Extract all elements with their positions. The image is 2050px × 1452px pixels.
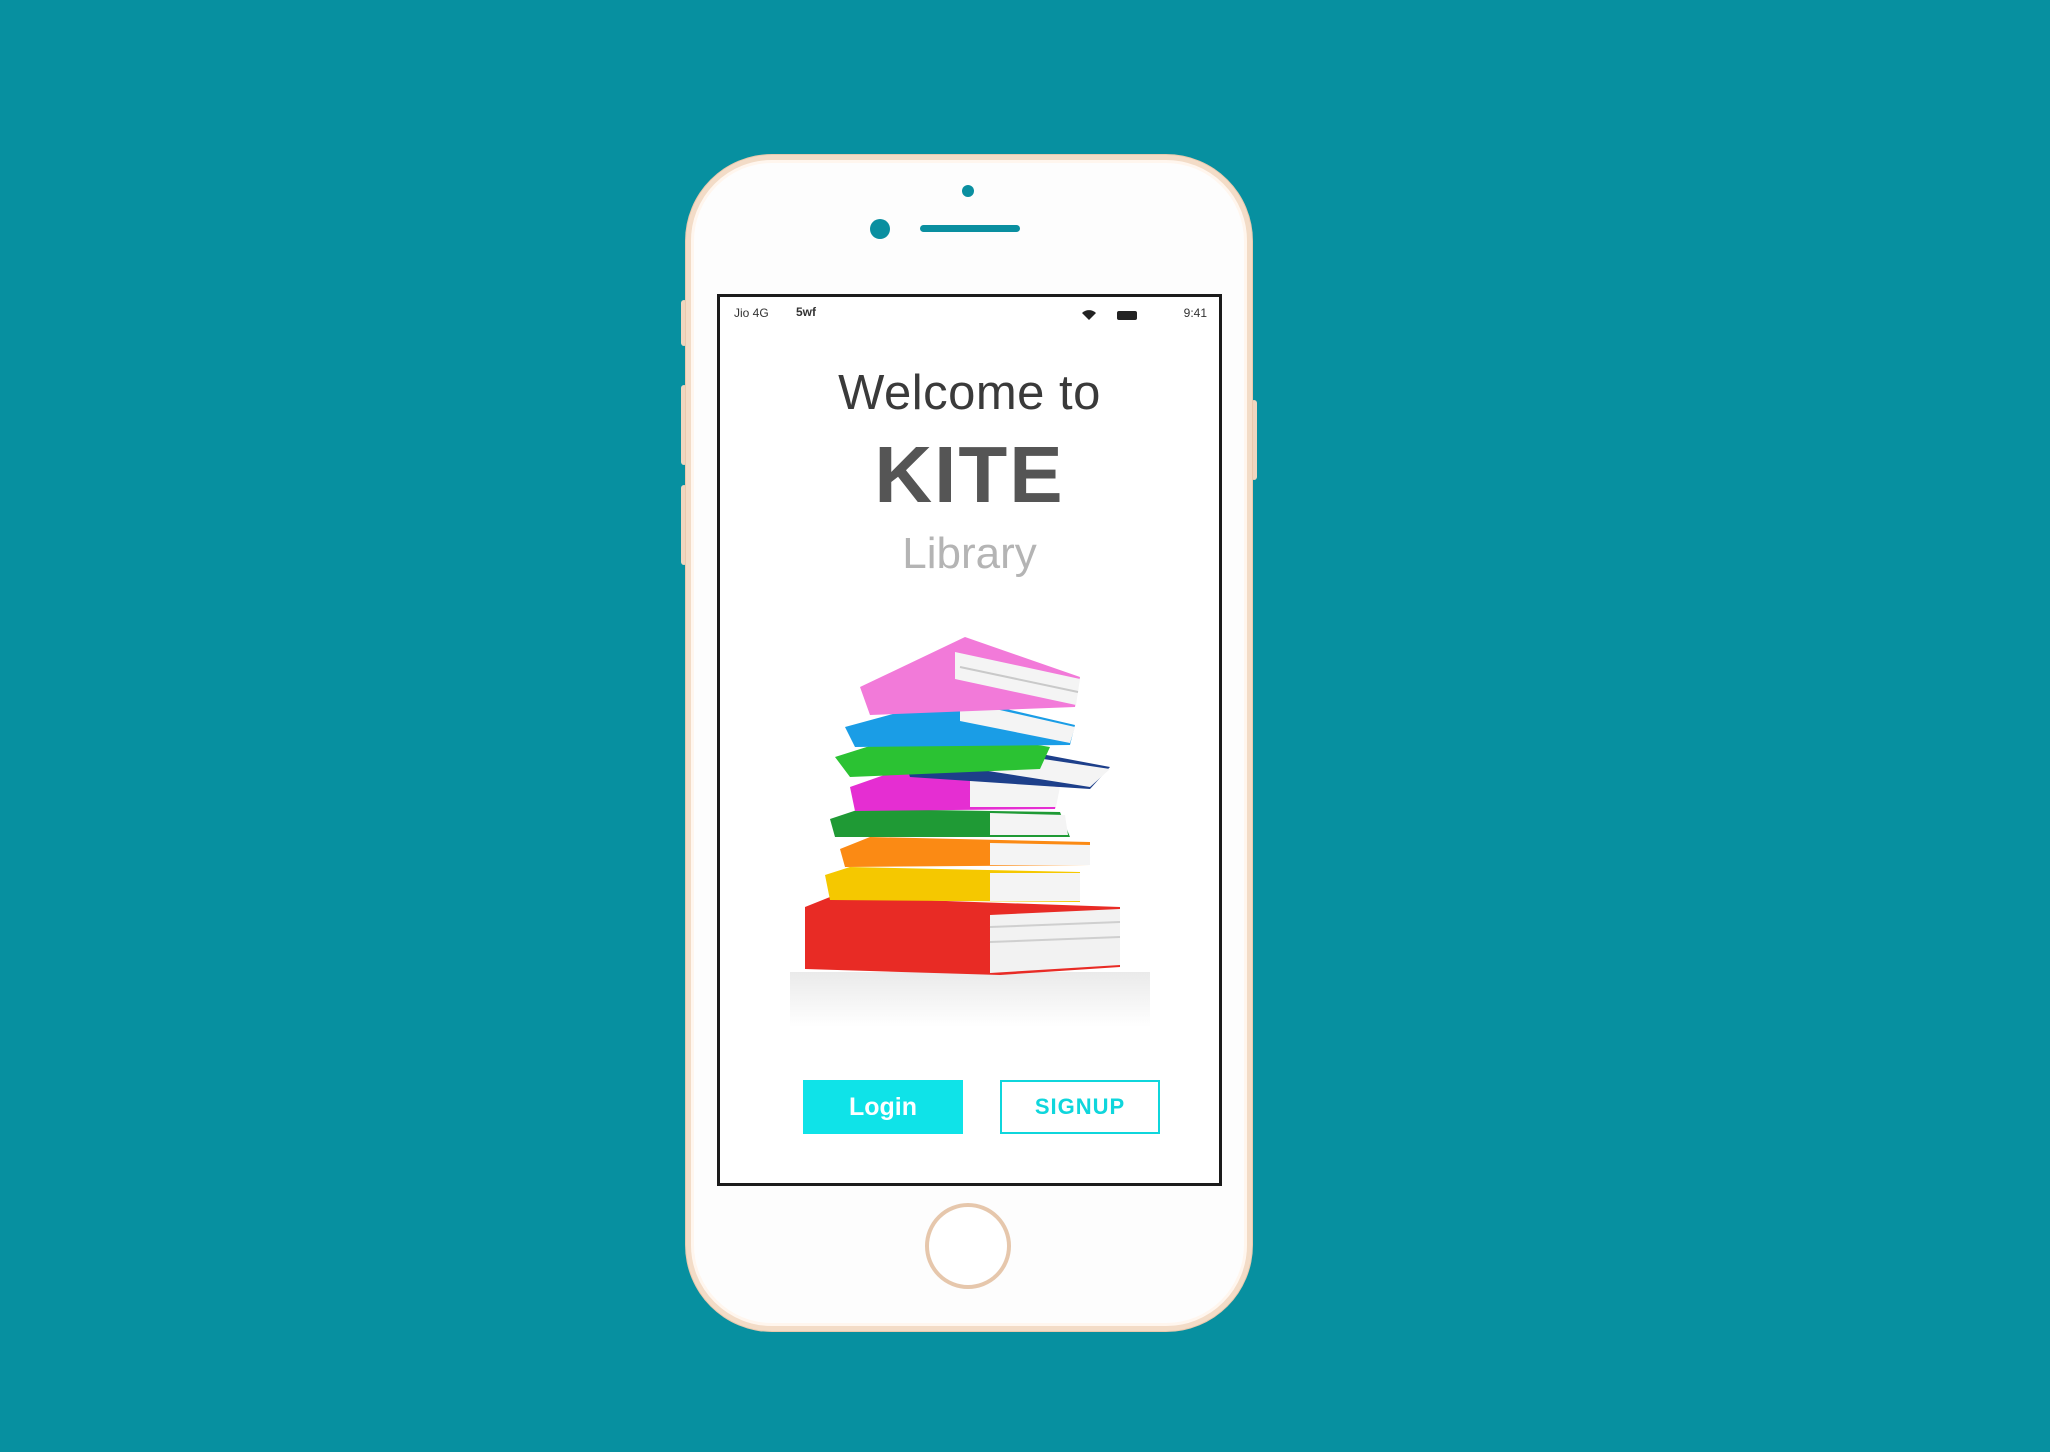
wifi-icon (1082, 310, 1096, 320)
front-camera-icon (870, 219, 890, 239)
speaker-icon (920, 225, 1020, 232)
battery-icon (1117, 311, 1137, 320)
network-label: 5wf (796, 305, 817, 319)
library-subtitle: Library (902, 529, 1037, 578)
status-time: 9:41 (1183, 306, 1207, 320)
brand-title: KITE (874, 430, 1065, 519)
login-button[interactable]: Login (803, 1080, 963, 1134)
book-stack-illustration (790, 637, 1150, 1027)
proximity-sensor (962, 185, 974, 197)
status-bar: Jio 4G 5wf 9:41 (720, 297, 1219, 327)
app-stage: Jio 4G 5wf 9:41 Welcome to KITE Library (0, 0, 2050, 1452)
home-button-icon[interactable] (925, 1203, 1011, 1289)
signup-button[interactable]: SIGNUP (1000, 1080, 1160, 1134)
welcome-heading: Welcome to (838, 366, 1101, 420)
phone-screen: Jio 4G 5wf 9:41 Welcome to KITE Library (717, 294, 1222, 1186)
carrier-label: Jio 4G (734, 306, 769, 320)
